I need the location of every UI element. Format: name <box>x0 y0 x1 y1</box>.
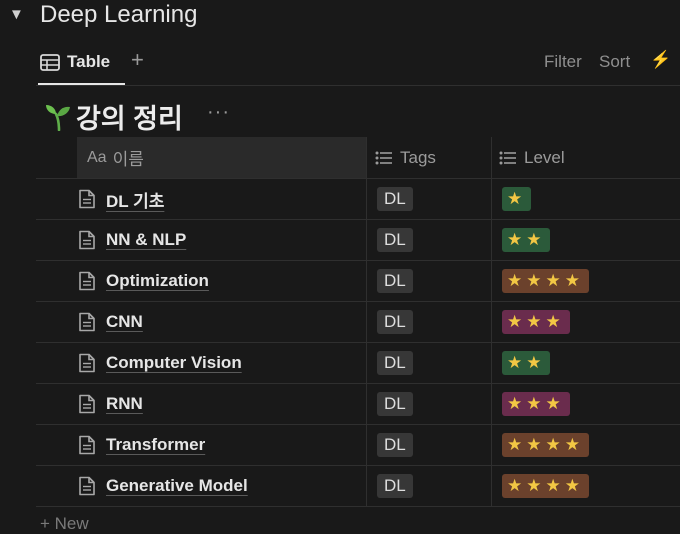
row-title[interactable]: Computer Vision <box>106 353 242 373</box>
row-name-cell[interactable]: Computer Vision <box>78 343 242 383</box>
level-badge[interactable]: ★★★ <box>502 392 570 416</box>
row-name-cell[interactable]: DL 기초 <box>78 179 164 219</box>
toolbar-divider <box>36 85 680 86</box>
column-divider <box>366 261 367 301</box>
column-divider <box>491 302 492 342</box>
table-row[interactable]: Transformer DL ★★★★ <box>36 425 680 466</box>
tag-badge[interactable]: DL <box>377 433 413 457</box>
column-divider <box>366 137 367 178</box>
row-name-cell[interactable]: RNN <box>78 384 143 424</box>
column-divider <box>366 179 367 219</box>
column-divider <box>491 179 492 219</box>
add-view-button[interactable]: + <box>131 47 144 73</box>
column-divider <box>491 466 492 506</box>
page-icon <box>79 435 95 455</box>
level-badge[interactable]: ★★ <box>502 228 551 252</box>
seedling-icon <box>46 105 70 131</box>
tag-badge[interactable]: DL <box>377 310 413 334</box>
page-icon <box>79 353 95 373</box>
more-options-icon[interactable]: ··· <box>207 101 230 124</box>
row-name-cell[interactable]: Generative Model <box>78 466 248 506</box>
column-header-level[interactable]: Level <box>499 137 565 178</box>
tag-badge[interactable]: DL <box>377 187 413 211</box>
column-tags-label: Tags <box>400 147 436 167</box>
filter-button[interactable]: Filter <box>544 52 582 72</box>
column-divider <box>366 220 367 260</box>
column-divider <box>366 384 367 424</box>
level-badge[interactable]: ★★ <box>502 351 551 375</box>
row-title[interactable]: RNN <box>106 394 143 414</box>
table-row[interactable]: DL 기초 DL ★ <box>36 179 680 220</box>
tag-badge[interactable]: DL <box>377 269 413 293</box>
row-title[interactable]: DL 기초 <box>106 187 164 212</box>
column-divider <box>491 384 492 424</box>
new-row-button[interactable]: + New <box>40 514 89 534</box>
collapse-caret-icon[interactable]: ▼ <box>9 6 24 23</box>
tab-table-label: Table <box>67 52 111 71</box>
column-header-name[interactable]: Aa 이름 <box>77 137 366 178</box>
table-row[interactable]: RNN DL ★★★ <box>36 384 680 425</box>
database-table: Aa 이름 Tags Level DL 기초 DL ★ NN & NLP DL ★★ Opt… <box>36 137 680 507</box>
level-badge[interactable]: ★★★★ <box>502 269 589 293</box>
table-row[interactable]: CNN DL ★★★ <box>36 302 680 343</box>
sort-button[interactable]: Sort <box>599 52 630 72</box>
table-row[interactable]: Optimization DL ★★★★ <box>36 261 680 302</box>
row-name-cell[interactable]: Transformer <box>78 425 205 465</box>
tag-badge[interactable]: DL <box>377 228 413 252</box>
tag-badge[interactable]: DL <box>377 392 413 416</box>
row-title[interactable]: Optimization <box>106 271 209 291</box>
column-divider <box>366 302 367 342</box>
column-level-label: Level <box>524 147 565 167</box>
level-badge[interactable]: ★★★★ <box>502 433 589 457</box>
tag-badge[interactable]: DL <box>377 351 413 375</box>
table-header: Aa 이름 Tags Level <box>36 137 680 179</box>
page-icon <box>79 230 95 250</box>
tag-badge[interactable]: DL <box>377 474 413 498</box>
table-row[interactable]: NN & NLP DL ★★ <box>36 220 680 261</box>
list-icon <box>499 151 516 164</box>
table-row[interactable]: Generative Model DL ★★★★ <box>36 466 680 507</box>
row-name-cell[interactable]: NN & NLP <box>78 220 186 260</box>
column-divider <box>491 137 492 178</box>
table-body: DL 기초 DL ★ NN & NLP DL ★★ Optimization DL ★★★★ CN… <box>36 179 680 507</box>
level-badge[interactable]: ★★★ <box>502 310 570 334</box>
column-divider <box>491 425 492 465</box>
page-icon <box>79 394 95 414</box>
row-name-cell[interactable]: CNN <box>78 302 143 342</box>
page-icon <box>79 189 95 209</box>
page-icon <box>79 271 95 291</box>
column-divider <box>366 466 367 506</box>
list-icon <box>375 151 392 164</box>
column-header-tags[interactable]: Tags <box>375 137 436 178</box>
tab-table[interactable]: Table <box>40 40 110 84</box>
row-title[interactable]: Transformer <box>106 435 205 455</box>
row-title[interactable]: NN & NLP <box>106 230 186 250</box>
database-title[interactable]: 강의 정리 <box>76 97 183 136</box>
table-icon <box>40 53 60 71</box>
row-name-cell[interactable]: Optimization <box>78 261 209 301</box>
column-divider <box>491 343 492 383</box>
page-icon <box>79 476 95 496</box>
page-icon <box>79 312 95 332</box>
text-type-icon: Aa <box>87 148 107 166</box>
column-divider <box>491 261 492 301</box>
level-badge[interactable]: ★★★★ <box>502 474 589 498</box>
column-divider <box>366 425 367 465</box>
column-name-label: 이름 <box>112 150 144 169</box>
automation-icon[interactable]: ⚡ <box>650 50 671 70</box>
database-title-row: 강의 정리 <box>44 97 183 135</box>
table-row[interactable]: Computer Vision DL ★★ <box>36 343 680 384</box>
view-toolbar: Table + Filter Sort ⚡ <box>0 40 680 85</box>
column-divider <box>366 343 367 383</box>
row-title[interactable]: CNN <box>106 312 143 332</box>
row-title[interactable]: Generative Model <box>106 476 248 496</box>
column-divider <box>491 220 492 260</box>
section-title: Deep Learning <box>40 1 198 28</box>
level-badge[interactable]: ★ <box>502 187 532 211</box>
